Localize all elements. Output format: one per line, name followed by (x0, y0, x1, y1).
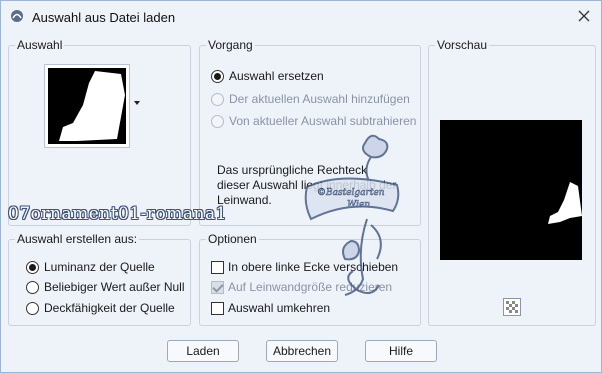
radio-button[interactable] (211, 114, 224, 128)
radio-replace-selection[interactable]: Auswahl ersetzen (211, 68, 324, 84)
load-button[interactable]: Laden (167, 340, 239, 362)
chevron-down-icon[interactable] (134, 101, 140, 105)
selection-thumbnail[interactable] (44, 64, 130, 148)
checkbox[interactable] (211, 280, 224, 294)
selection-group-title: Auswahl (15, 38, 65, 52)
radio-label: Der aktuellen Auswahl hinzufügen (229, 92, 410, 106)
radio-button[interactable] (211, 69, 224, 83)
radio-label: Luminanz der Quelle (44, 260, 155, 274)
help-button[interactable]: Hilfe (365, 340, 437, 362)
create-from-group-title: Auswahl erstellen aus: (15, 232, 140, 246)
radio-source-luminance[interactable]: Luminanz der Quelle (26, 259, 155, 275)
close-button[interactable] (567, 5, 601, 29)
close-icon (578, 10, 590, 25)
checkbox-invert-selection[interactable]: Auswahl umkehren (211, 300, 330, 316)
radio-button[interactable] (26, 301, 39, 315)
options-group-title: Optionen (206, 232, 259, 246)
radio-button[interactable] (26, 280, 39, 294)
svg-text:Wien: Wien (347, 200, 370, 210)
checkerboard-icon[interactable] (503, 298, 521, 316)
radio-button[interactable] (26, 260, 39, 274)
radio-subtract-selection[interactable]: Von aktueller Auswahl subtrahieren (211, 113, 416, 129)
checkbox-label: Auswahl umkehren (228, 301, 331, 315)
radio-add-to-selection[interactable]: Der aktuellen Auswahl hinzufügen (211, 91, 410, 107)
checkbox[interactable] (211, 260, 224, 274)
app-icon (10, 9, 24, 23)
radio-button[interactable] (211, 92, 224, 106)
window-title: Auswahl aus Datei laden (32, 10, 176, 25)
process-group-title: Vorgang (206, 38, 255, 52)
dialog-window: Auswahl aus Datei laden Auswahl Vorgang … (0, 0, 602, 373)
radio-label: Deckfähigkeit der Quelle (44, 301, 175, 315)
cancel-button[interactable]: Abbrechen (266, 340, 338, 362)
radio-label: Von aktueller Auswahl subtrahieren (229, 114, 417, 128)
title-bar: Auswahl aus Datei laden (1, 1, 601, 32)
preview-image (440, 120, 582, 260)
radio-label: Beliebiger Wert außer Null (44, 280, 185, 294)
watermark-logo: ©Bastelgarten Wien (301, 129, 411, 299)
radio-source-opacity[interactable]: Deckfähigkeit der Quelle (26, 300, 175, 316)
preview-group-title: Vorschau (435, 38, 490, 52)
radio-any-nonzero[interactable]: Beliebiger Wert außer Null (26, 279, 185, 295)
file-name-overlay: 07ornament01-romana1 (8, 204, 227, 224)
checkbox[interactable] (211, 301, 224, 315)
radio-label: Auswahl ersetzen (229, 69, 324, 83)
watermark-text: ©Bastelgarten (317, 188, 385, 198)
